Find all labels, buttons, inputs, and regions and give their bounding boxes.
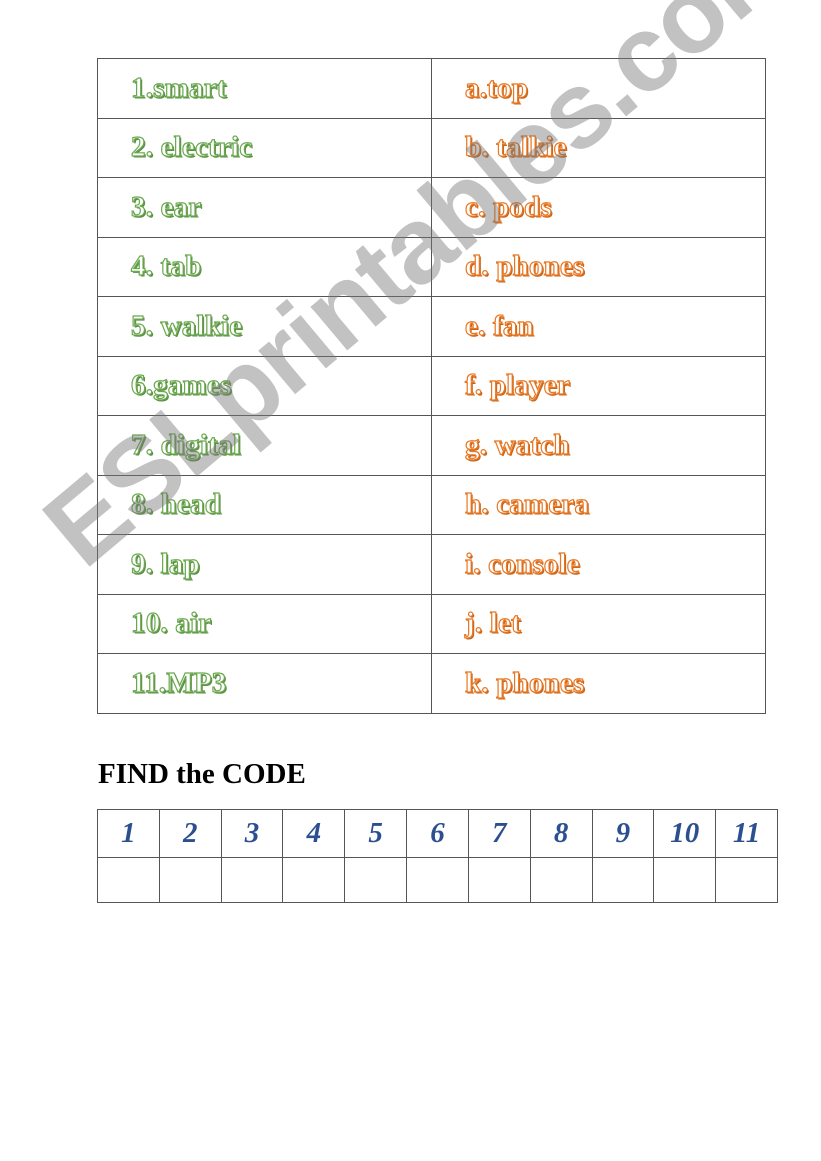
code-number-cell: 3 (220, 809, 284, 858)
word-end-cell: k. phones (431, 653, 766, 714)
word-start: 2. electric (130, 131, 253, 164)
word-start-cell: 3. ear (97, 177, 432, 238)
word-end-cell: b. talkie (431, 117, 766, 178)
word-start: 11.MP3 (130, 666, 227, 699)
code-answer-cell[interactable] (97, 857, 160, 903)
word-end: h. camera (464, 488, 590, 521)
code-answer-row (97, 857, 778, 903)
word-end: f. player (464, 369, 570, 402)
matching-row: 6.games f. player (97, 355, 766, 416)
code-number-cell: 11 (715, 809, 778, 858)
word-end-cell: g. watch (431, 415, 766, 476)
word-end: k. phones (464, 666, 585, 699)
word-start: 4. tab (130, 250, 202, 283)
find-the-code-heading: FIND the CODE (98, 758, 306, 790)
word-start-cell: 1.smart (97, 58, 432, 119)
code-number-cell: 2 (158, 809, 222, 858)
word-end: d. phones (464, 250, 585, 283)
word-end-cell: a.top (431, 58, 766, 119)
word-end: b. talkie (464, 131, 567, 164)
matching-row: 2. electric b. talkie (97, 117, 766, 178)
word-start: 10. air (130, 607, 212, 640)
word-end-cell: j. let (431, 593, 766, 654)
word-start: 6.games (130, 369, 232, 402)
word-end-cell: i. console (431, 534, 766, 595)
word-end: i. console (464, 547, 580, 580)
code-answer-cell[interactable] (467, 857, 531, 903)
word-start: 8. head (130, 488, 222, 521)
matching-row: 11.MP3 k. phones (97, 653, 766, 714)
code-number-cell: 6 (406, 809, 469, 858)
matching-row: 10. air j. let (97, 593, 766, 654)
code-answer-cell[interactable] (220, 857, 284, 903)
word-start-cell: 8. head (97, 474, 432, 535)
word-end-cell: f. player (431, 355, 766, 416)
code-answer-cell[interactable] (158, 857, 222, 903)
code-number-cell: 5 (344, 809, 408, 858)
word-start-cell: 9. lap (97, 534, 432, 595)
word-start-cell: 4. tab (97, 236, 432, 297)
code-answer-cell[interactable] (282, 857, 346, 903)
code-number-cell: 1 (97, 809, 160, 858)
word-start-cell: 2. electric (97, 117, 432, 178)
code-number-cell: 7 (467, 809, 531, 858)
code-answer-cell[interactable] (529, 857, 593, 903)
matching-row: 4. tab d. phones (97, 236, 766, 297)
word-end-cell: h. camera (431, 474, 766, 535)
code-answer-cell[interactable] (344, 857, 408, 903)
code-answer-cell[interactable] (653, 857, 717, 903)
word-end: a.top (464, 71, 529, 104)
word-end-cell: d. phones (431, 236, 766, 297)
word-start-cell: 10. air (97, 593, 432, 654)
word-start-cell: 7. digital (97, 415, 432, 476)
word-start: 9. lap (130, 547, 200, 580)
code-number-cell: 4 (282, 809, 346, 858)
matching-row: 5. walkie e. fan (97, 296, 766, 357)
word-end-cell: e. fan (431, 296, 766, 357)
code-table: 1 2 3 4 5 6 7 8 9 10 11 (97, 809, 778, 903)
word-start-cell: 11.MP3 (97, 653, 432, 714)
matching-table: 1.smart a.top 2. electric b. talkie 3. ear c.… (97, 58, 766, 714)
matching-row: 1.smart a.top (97, 58, 766, 119)
word-end-cell: c. pods (431, 177, 766, 238)
word-start-cell: 6.games (97, 355, 432, 416)
word-start: 1.smart (130, 71, 227, 104)
word-end: g. watch (464, 428, 570, 461)
code-number-cell: 10 (653, 809, 717, 858)
code-number-cell: 8 (529, 809, 593, 858)
word-end: j. let (464, 607, 521, 640)
code-number-row: 1 2 3 4 5 6 7 8 9 10 11 (97, 809, 778, 858)
word-end: e. fan (464, 309, 534, 342)
word-start: 5. walkie (130, 309, 243, 342)
code-answer-cell[interactable] (715, 857, 778, 903)
word-start-cell: 5. walkie (97, 296, 432, 357)
word-start: 7. digital (130, 428, 241, 461)
word-end: c. pods (464, 190, 552, 223)
code-number-cell: 9 (591, 809, 655, 858)
matching-row: 9. lap i. console (97, 534, 766, 595)
code-answer-cell[interactable] (406, 857, 469, 903)
matching-row: 8. head h. camera (97, 474, 766, 535)
matching-row: 3. ear c. pods (97, 177, 766, 238)
matching-row: 7. digital g. watch (97, 415, 766, 476)
code-answer-cell[interactable] (591, 857, 655, 903)
word-start: 3. ear (130, 190, 202, 223)
